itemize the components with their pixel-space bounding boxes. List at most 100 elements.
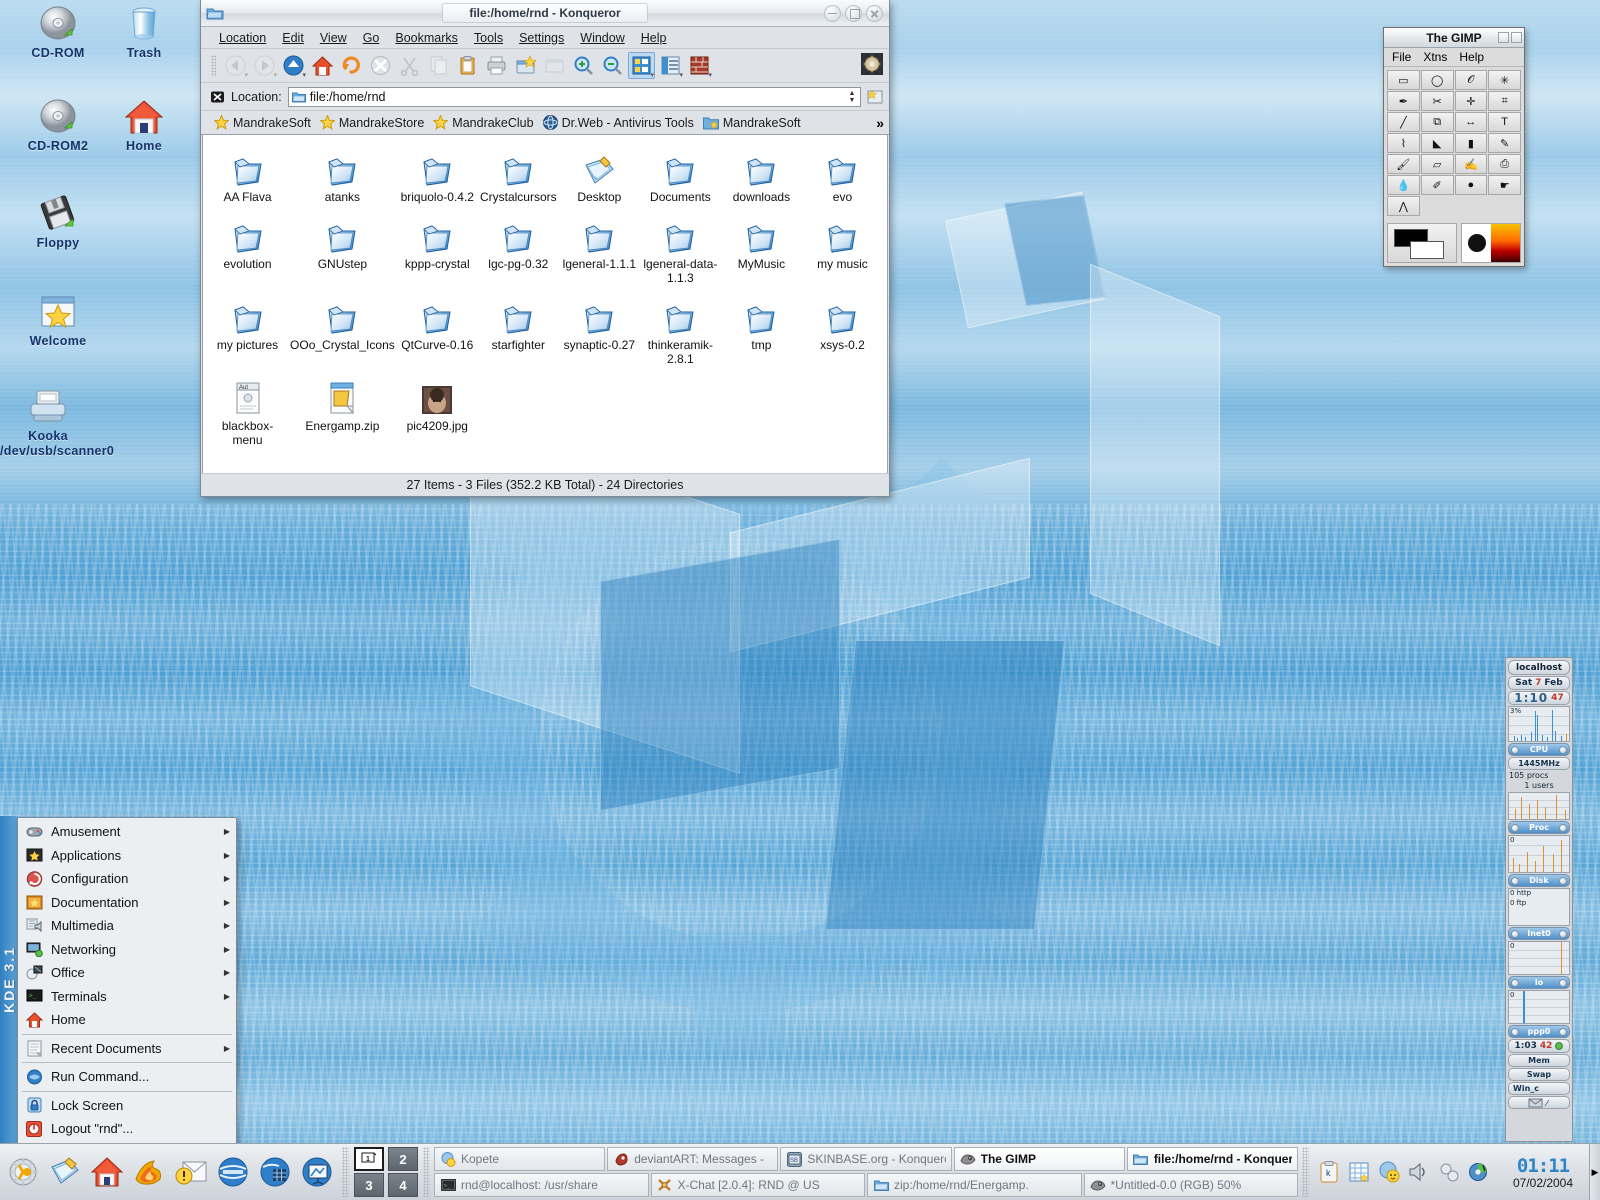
measure-tool[interactable]: ⋀ <box>1387 196 1420 216</box>
gimp-brush-gradient-indicators[interactable] <box>1461 223 1521 263</box>
kmenu-item-recent-documents[interactable]: Recent Documents ▶ <box>18 1037 236 1061</box>
kmenu-item-lock-screen[interactable]: Lock Screen <box>18 1094 236 1118</box>
shade-button[interactable] <box>824 4 841 22</box>
gimp-background-color[interactable] <box>1410 241 1444 259</box>
desktop-icon-home[interactable]: Home <box>96 95 192 154</box>
print-button[interactable] <box>483 52 510 79</box>
monitor-disk-title[interactable]: Disk <box>1508 874 1570 887</box>
kmenu-button[interactable] <box>3 1152 43 1192</box>
system-monitor-panel[interactable]: localhost Sat 7 Feb 1:10 47 3% CPU 1445M… <box>1505 657 1573 1142</box>
klipper-tray-icon[interactable]: k <box>1316 1159 1342 1185</box>
gimp-menubar[interactable]: File Xtns Help <box>1384 48 1524 67</box>
eraser-tool[interactable]: ▱ <box>1420 154 1454 174</box>
konqueror-menubar[interactable]: Location Edit View Go Bookmarks Tools Se… <box>201 27 889 49</box>
kmenu-item-multimedia[interactable]: Multimedia ▶ <box>18 914 236 938</box>
bookmark-mandrakesoft[interactable]: MandrakeSoft <box>211 114 317 131</box>
taskbar-button[interactable]: file:/home/rnd - Konqueror <box>1126 1147 1299 1171</box>
maximize-button[interactable] <box>845 4 862 22</box>
blur-sharpen-tool[interactable]: 💧 <box>1387 175 1420 195</box>
kmenu-item-configuration[interactable]: Configuration ▶ <box>18 867 236 891</box>
close-window-button[interactable] <box>541 52 568 79</box>
panel-separator[interactable] <box>1302 1147 1309 1197</box>
file-item[interactable]: lgeneral-1.1.1 <box>559 210 640 291</box>
monitor-lo-title[interactable]: lo <box>1508 976 1570 989</box>
bookmark-mandrakesoft-folder[interactable]: MandrakeSoft <box>700 115 807 131</box>
zoom-in-button[interactable] <box>570 52 597 79</box>
bookmark-drweb[interactable]: Dr.Web - Antivirus Tools <box>540 114 700 131</box>
volume-tray-icon[interactable] <box>1406 1159 1432 1185</box>
gimp-window-controls[interactable] <box>1498 32 1522 43</box>
menu-location[interactable]: Location <box>211 29 274 47</box>
taskbar-button[interactable]: The GIMP <box>953 1147 1125 1171</box>
konqueror-bookmark-bar[interactable]: MandrakeSoft MandrakeStore MandrakeClub … <box>201 111 889 135</box>
taskbar-button[interactable]: Kopete <box>434 1147 606 1171</box>
panel-separator[interactable] <box>342 1147 349 1197</box>
monitor-mail-indicator[interactable] <box>1508 1096 1570 1109</box>
icon-view-button[interactable]: ▾ <box>628 52 655 79</box>
kde-start-menu[interactable]: Amusement ▶ Applications ▶ Configuration ▶ Doc… <box>17 817 237 1144</box>
panel-separator[interactable] <box>423 1147 430 1197</box>
monitor-lo-chart[interactable]: 0 <box>1508 990 1570 1024</box>
bucket-fill-tool[interactable]: ◣ <box>1420 133 1454 153</box>
copy-button[interactable] <box>425 52 452 79</box>
home-button[interactable] <box>309 52 336 79</box>
location-bookmark-button[interactable] <box>867 88 883 105</box>
menu-window[interactable]: Window <box>572 29 632 47</box>
file-item[interactable]: GNUstep <box>288 210 397 291</box>
desktop-pager[interactable]: 1 2 3 4 <box>351 1144 421 1200</box>
file-item[interactable]: evo <box>802 143 883 210</box>
menu-bookmarks[interactable]: Bookmarks <box>387 29 466 47</box>
gimp-menu-file[interactable]: File <box>1392 50 1411 64</box>
airbrush-tool[interactable]: ✍ <box>1454 154 1488 174</box>
panel-hide-button[interactable]: ▶ <box>1589 1144 1600 1200</box>
pager-desktop-2[interactable]: 2 <box>388 1147 418 1171</box>
kmenu-item-home[interactable]: Home <box>18 1008 236 1032</box>
monitor-proc-title[interactable]: Proc <box>1508 821 1570 834</box>
file-item[interactable]: AA Flava <box>207 143 288 210</box>
kscd-tray-icon[interactable] <box>1466 1159 1492 1185</box>
text-tool[interactable]: T <box>1488 112 1521 132</box>
smudge-tool[interactable]: ☛ <box>1488 175 1521 195</box>
menu-view[interactable]: View <box>312 29 355 47</box>
knetload-tray-icon[interactable] <box>1436 1159 1462 1185</box>
flip-tool[interactable]: ⧉ <box>1420 112 1454 132</box>
cut-button[interactable] <box>396 52 423 79</box>
move-tool[interactable]: ✛ <box>1454 91 1488 111</box>
konqueror-throbber-icon[interactable] <box>861 53 883 75</box>
file-item[interactable]: Energamp.zip <box>288 372 397 453</box>
desktop-icon-cdrom2[interactable]: CD-ROM2 <box>10 95 106 154</box>
transform-tool[interactable]: ╱ <box>1387 112 1420 132</box>
scale-tool[interactable]: ↔ <box>1454 112 1488 132</box>
desktop-icon-floppy[interactable]: Floppy <box>10 192 106 251</box>
rect-select-tool[interactable]: ▭ <box>1387 70 1420 90</box>
folder-window-icon[interactable] <box>205 4 225 22</box>
gradient-tool[interactable]: ▮ <box>1454 133 1488 153</box>
kmenu-item-run-command[interactable]: Run Command... <box>18 1065 236 1089</box>
konqueror-browser-launcher[interactable] <box>129 1152 169 1192</box>
gimp-maximize-button[interactable] <box>1511 32 1522 43</box>
file-item[interactable]: Aut blackbox-menu <box>207 372 288 453</box>
ink-tool[interactable]: ✐ <box>1420 175 1454 195</box>
free-select-tool[interactable]: 𝒪 <box>1454 70 1488 90</box>
bookmark-overflow-button[interactable]: » <box>871 115 889 131</box>
kspread-launcher[interactable] <box>255 1152 295 1192</box>
file-item[interactable]: Crystalcursors <box>478 143 559 210</box>
gimp-shade-button[interactable] <box>1498 32 1509 43</box>
monitor-proc-graph[interactable]: 0 <box>1508 835 1570 873</box>
gimp-menu-xtns[interactable]: Xtns <box>1423 50 1447 64</box>
file-item[interactable]: lgc-pg-0.32 <box>478 210 559 291</box>
konqueror-toolbar[interactable]: ▾ ▾ ▾ ▾ ▾ ▾ <box>201 49 889 83</box>
bookmark-mandrakeclub[interactable]: MandrakeClub <box>430 114 539 131</box>
reload-button[interactable] <box>338 52 365 79</box>
taskbar-button[interactable]: *Untitled-0.0 (RGB) 50% <box>1083 1173 1298 1197</box>
taskbar-button[interactable]: X-Chat [2.0.4]: RND @ US <box>650 1173 865 1197</box>
kspread-tray-icon[interactable] <box>1346 1159 1372 1185</box>
zoom-out-button[interactable] <box>599 52 626 79</box>
taskbar-button[interactable]: zip:/home/rnd/Energamp. <box>867 1173 1082 1197</box>
file-item[interactable]: starfighter <box>478 291 559 372</box>
taskbar-button[interactable]: deviantART: Messages - <box>607 1147 779 1171</box>
monitor-ppp-title[interactable]: ppp0 <box>1508 1025 1570 1038</box>
gimp-active-gradient-icon[interactable] <box>1491 224 1520 262</box>
kmenu-item-logout-rnd[interactable]: Logout "rnd"... <box>18 1117 236 1141</box>
pager-desktop-1[interactable]: 1 <box>354 1147 384 1171</box>
